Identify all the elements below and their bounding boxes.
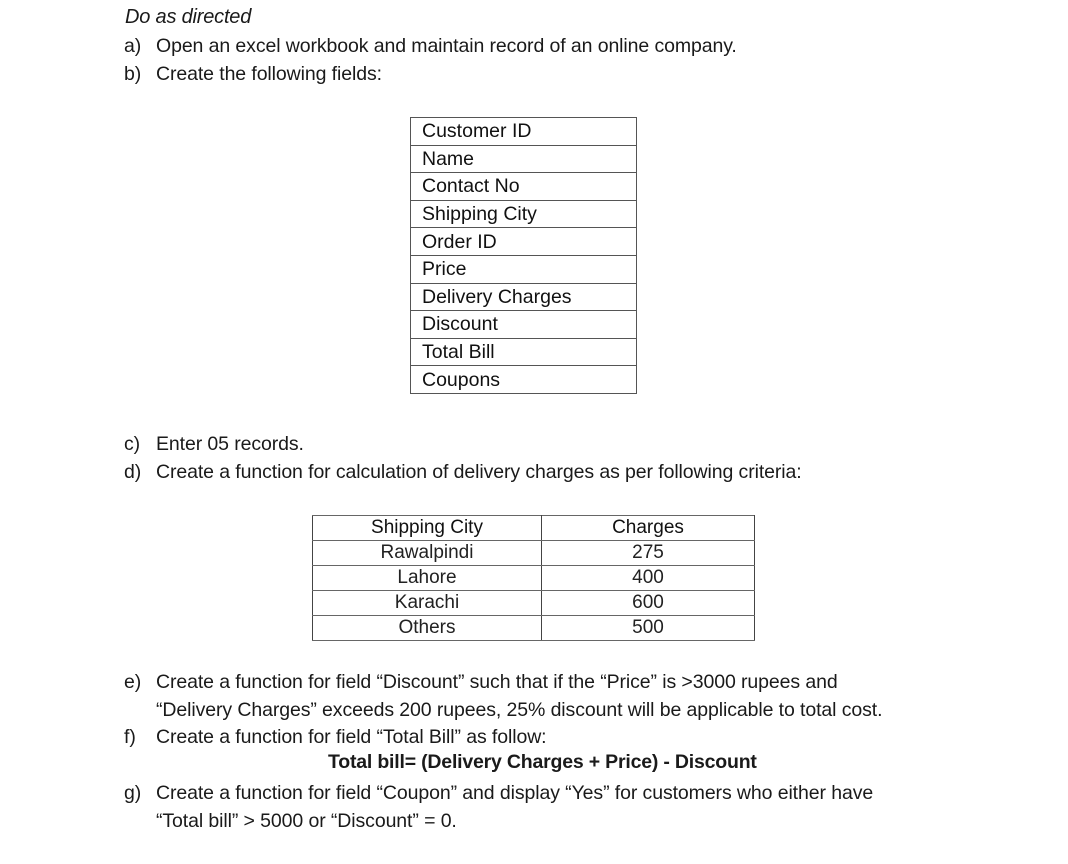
charge-cell: 500	[541, 615, 755, 641]
table-row: Rawalpindi 275	[312, 540, 755, 566]
table-row: Total Bill	[410, 337, 637, 367]
city-cell: Rawalpindi	[312, 540, 542, 566]
field-cell: Order ID	[410, 227, 637, 256]
instruction-f: f) Create a function for field “Total Bil…	[124, 723, 547, 751]
instruction-d: d) Create a function for calculation of d…	[124, 458, 802, 486]
table-row: Contact No	[410, 172, 637, 201]
table-row: Name	[410, 144, 637, 174]
table-row: Lahore 400	[312, 565, 755, 591]
charge-cell: 275	[541, 540, 755, 566]
instruction-text: Create a function for calculation of del…	[156, 461, 802, 483]
charge-cell: 600	[541, 590, 755, 616]
instruction-text-line1: Create a function for field “Coupon” and…	[156, 782, 874, 804]
city-cell: Karachi	[312, 590, 542, 616]
instruction-marker: e)	[124, 671, 142, 693]
field-cell: Name	[410, 144, 637, 174]
table-row: Customer ID	[410, 117, 637, 146]
delivery-charges-table: Shipping City Charges Rawalpindi 275 Lah…	[312, 515, 755, 641]
table-row: Delivery Charges	[410, 282, 637, 312]
instruction-text: Create a function for field “Total Bill”…	[156, 726, 547, 748]
instruction-marker: c)	[124, 433, 141, 455]
instruction-text: Enter 05 records.	[156, 433, 304, 455]
header-charges: Charges	[541, 515, 755, 541]
section-heading: Do as directed	[125, 6, 252, 28]
field-cell: Total Bill	[410, 337, 637, 367]
table-row: Price	[410, 254, 637, 284]
table-row: Others 500	[312, 615, 755, 641]
field-cell: Delivery Charges	[410, 282, 637, 312]
table-row: Shipping City	[410, 199, 637, 229]
city-cell: Lahore	[312, 565, 542, 591]
city-cell: Others	[312, 615, 542, 641]
fields-table: Customer ID Name Contact No Shipping Cit…	[410, 117, 637, 394]
instruction-b: b) Create the following fields:	[124, 60, 382, 88]
field-cell: Price	[410, 254, 637, 284]
instruction-g: g) Create a function for field “Coupon” a…	[124, 779, 873, 835]
instruction-text: Create the following fields:	[156, 63, 382, 85]
header-shipping-city: Shipping City	[312, 515, 542, 541]
instruction-marker: d)	[124, 461, 142, 483]
field-cell: Discount	[410, 310, 637, 339]
table-row: Discount	[410, 310, 637, 339]
instruction-marker: a)	[124, 35, 142, 57]
charge-cell: 400	[541, 565, 755, 591]
field-cell: Contact No	[410, 172, 637, 201]
instruction-text: Open an excel workbook and maintain reco…	[156, 35, 737, 57]
instruction-text-line2: “Total bill” > 5000 or “Discount” = 0.	[156, 810, 457, 832]
field-cell: Coupons	[410, 365, 637, 394]
instruction-text-line2: “Delivery Charges” exceeds 200 rupees, 2…	[156, 699, 883, 721]
table-row: Karachi 600	[312, 590, 755, 616]
instruction-marker: b)	[124, 63, 142, 85]
table-header-row: Shipping City Charges	[312, 515, 755, 541]
table-row: Coupons	[410, 365, 637, 394]
instruction-marker: f)	[124, 726, 136, 748]
instruction-c: c) Enter 05 records.	[124, 430, 304, 458]
instruction-e: e) Create a function for field “Discount”…	[124, 668, 882, 724]
table-row: Order ID	[410, 227, 637, 256]
instruction-text-line1: Create a function for field “Discount” s…	[156, 671, 838, 693]
field-cell: Customer ID	[410, 117, 637, 146]
field-cell: Shipping City	[410, 199, 637, 229]
instruction-marker: g)	[124, 782, 142, 804]
total-bill-formula: Total bill= (Delivery Charges + Price) -…	[328, 751, 757, 773]
instruction-a: a) Open an excel workbook and maintain re…	[124, 32, 737, 60]
